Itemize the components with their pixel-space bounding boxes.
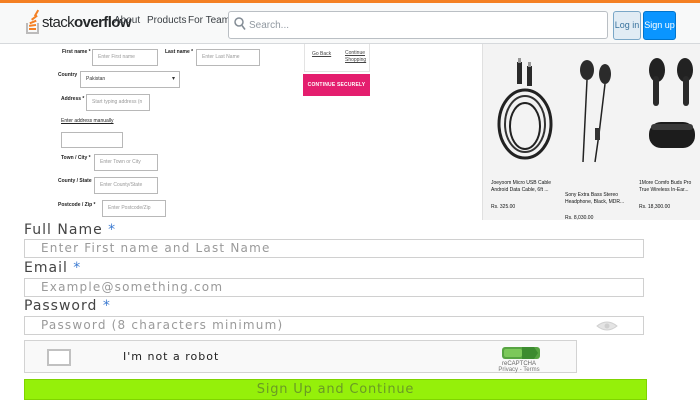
email-label: Email * bbox=[24, 260, 81, 276]
product-title[interactable]: 1More Comfo Buds Pro True Wireless In-Ea… bbox=[639, 180, 700, 194]
full-name-label-text: Full Name bbox=[24, 222, 103, 238]
search-icon bbox=[234, 17, 246, 30]
page: stackoverflow About Products For Teams L… bbox=[0, 0, 700, 400]
password-label-text: Password bbox=[24, 298, 98, 314]
continue-securely-button[interactable]: CONTINUE SECURELY bbox=[303, 74, 370, 96]
county-label: County / State bbox=[58, 178, 92, 184]
earbuds-image bbox=[649, 58, 695, 148]
continue-shopping-link-line2[interactable]: Shopping bbox=[345, 57, 366, 63]
enter-address-manually-link[interactable]: Enter address manually bbox=[61, 118, 114, 124]
required-mark: * bbox=[102, 298, 111, 314]
login-button[interactable]: Log in bbox=[613, 11, 641, 40]
product-title[interactable]: Joeyoom Micro USB Cable Android Data Cab… bbox=[491, 180, 553, 194]
address-field[interactable]: Start typing address (n bbox=[86, 94, 150, 111]
stackoverflow-logo-icon bbox=[26, 9, 40, 34]
town-field[interactable]: Enter Town or City bbox=[94, 154, 158, 171]
search-input[interactable] bbox=[249, 16, 599, 34]
full-name-input[interactable]: Enter First name and Last Name bbox=[24, 239, 644, 258]
recaptcha-checkbox[interactable] bbox=[47, 349, 71, 366]
password-label: Password * bbox=[24, 298, 111, 314]
product-price: Rs. 325.00 bbox=[491, 204, 516, 210]
show-password-eye-icon[interactable] bbox=[596, 320, 618, 332]
chevron-down-icon: ▾ bbox=[171, 76, 175, 82]
recaptcha-icon bbox=[502, 347, 540, 359]
required-mark: * bbox=[73, 260, 82, 276]
postcode-field[interactable]: Enter Postcode/Zip bbox=[102, 200, 166, 217]
product-price: Rs. 18,300.00 bbox=[639, 204, 671, 210]
email-input[interactable]: Example@something.com bbox=[24, 278, 644, 297]
email-label-text: Email bbox=[24, 260, 68, 276]
recaptcha-privacy-terms[interactable]: Privacy - Terms bbox=[477, 367, 561, 373]
country-value: Pakistan bbox=[86, 76, 106, 82]
search-box bbox=[228, 11, 608, 39]
postcode-label: Postcode / Zip * bbox=[58, 202, 96, 208]
town-label: Town / City * bbox=[61, 155, 91, 161]
signup-and-continue-button[interactable]: Sign Up and Continue bbox=[24, 379, 647, 400]
first-name-label: First name * bbox=[62, 49, 91, 55]
signup-button[interactable]: Sign up bbox=[643, 11, 676, 40]
county-field[interactable]: Enter County/State bbox=[94, 177, 158, 194]
address-label: Address * bbox=[61, 96, 85, 102]
product-panel: Joeyoom Micro USB Cable Android Data Cab… bbox=[482, 44, 700, 221]
logo-prefix: stack bbox=[42, 13, 75, 31]
recaptcha-widget: I'm not a robot reCAPTCHA Privacy - Term… bbox=[24, 340, 577, 373]
usb-cable-image bbox=[497, 58, 553, 160]
go-back-link[interactable]: Go Back bbox=[312, 51, 331, 57]
country-select[interactable]: Pakistan ▾ bbox=[80, 71, 180, 88]
full-name-label: Full Name * bbox=[24, 222, 116, 238]
recaptcha-label: I'm not a robot bbox=[123, 350, 220, 363]
country-label: Country bbox=[58, 72, 78, 78]
required-mark: * bbox=[108, 222, 117, 238]
manual-address-field[interactable] bbox=[61, 132, 123, 148]
checkout-links: Go Back Continue Shopping bbox=[304, 44, 370, 72]
product-title[interactable]: Sony Extra Bass Stereo Headphone, Black,… bbox=[565, 192, 627, 206]
continue-shopping-link-line1[interactable]: Continue bbox=[345, 50, 365, 56]
nav-about[interactable]: About bbox=[114, 15, 140, 26]
nav-products[interactable]: Products bbox=[147, 15, 186, 26]
headphone-image bbox=[580, 60, 611, 163]
last-name-field[interactable]: Enter Last Name bbox=[196, 49, 260, 66]
top-bar: stackoverflow About Products For Teams L… bbox=[0, 0, 700, 44]
last-name-label: Last name * bbox=[165, 49, 194, 55]
product-price: Rs. 8,030.00 bbox=[565, 215, 594, 221]
first-name-field[interactable]: Enter First name bbox=[92, 49, 158, 66]
password-input[interactable]: Password (8 characters minimum) bbox=[24, 316, 644, 335]
